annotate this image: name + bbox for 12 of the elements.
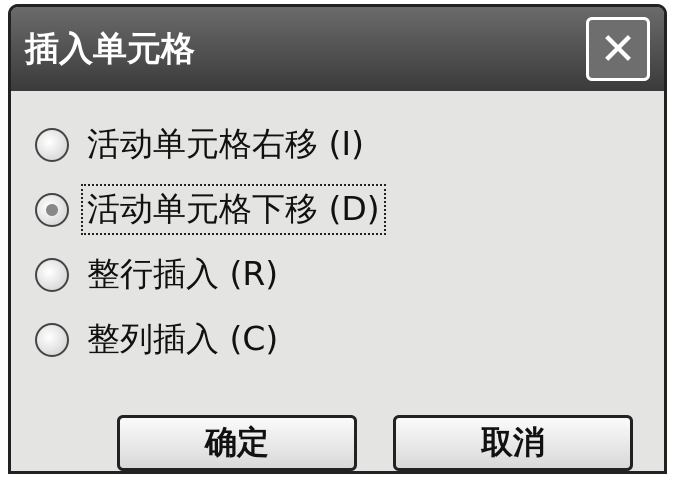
option-label[interactable]: 整列插入 (C) [81, 314, 284, 365]
radio-button[interactable] [35, 128, 69, 162]
radio-button[interactable] [35, 322, 69, 356]
close-button[interactable]: ✕ [586, 17, 650, 81]
radio-button[interactable] [35, 258, 69, 292]
option-label[interactable]: 活动单元格下移 (D) [81, 184, 386, 235]
option-label[interactable]: 活动单元格右移 (I) [81, 119, 370, 170]
dialog-button[interactable]: 取消 [393, 415, 633, 471]
radio-button[interactable] [35, 192, 69, 226]
window-title: 插入单元格 [25, 28, 195, 71]
dialog-button[interactable]: 确定 [117, 415, 357, 471]
option-label[interactable]: 整行插入 (R) [81, 249, 284, 300]
